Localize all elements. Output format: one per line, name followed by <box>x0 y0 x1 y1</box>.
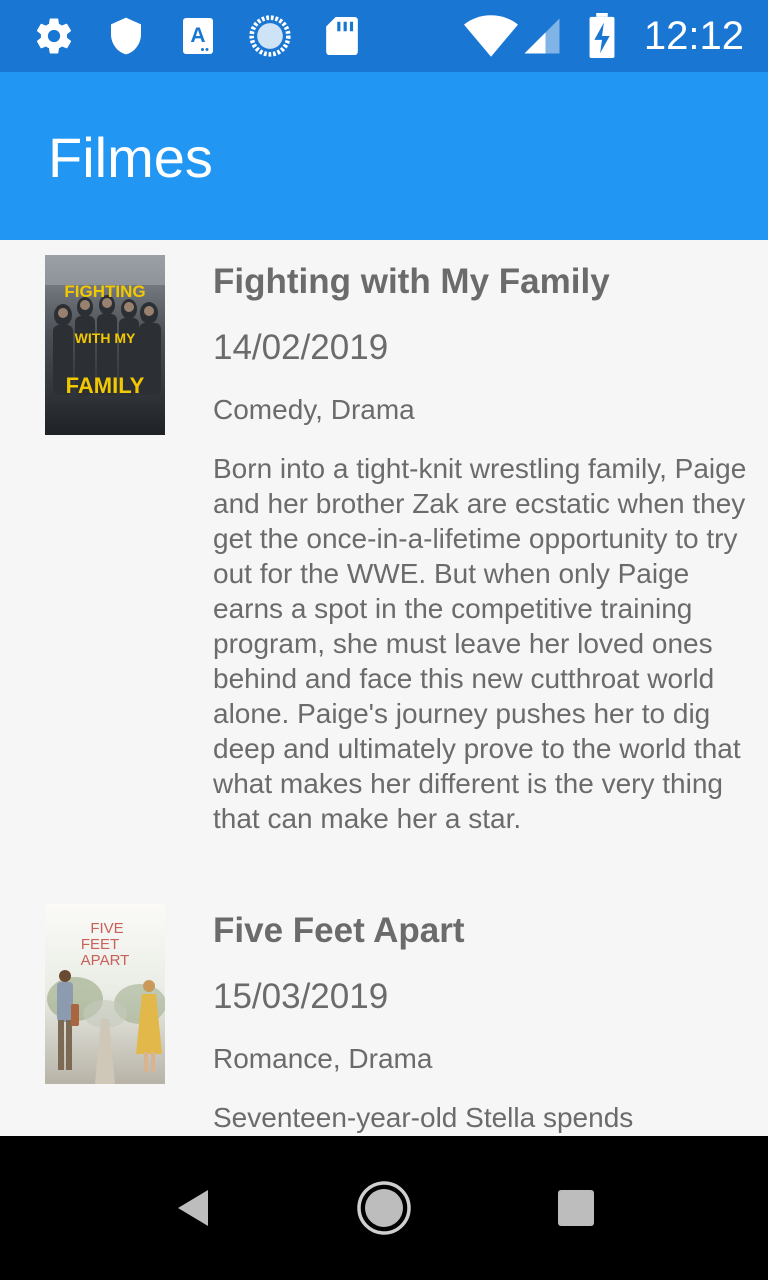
poster-title-line: FIVE <box>90 920 123 937</box>
wifi-icon <box>462 14 520 58</box>
recents-icon[interactable] <box>540 1172 612 1244</box>
battery-charging-icon <box>580 13 624 59</box>
poster-title-line: FEET <box>81 936 119 953</box>
movie-poster: FIGHTING WITH MY FAMILY <box>45 255 165 435</box>
shield-icon <box>104 14 148 58</box>
movie-poster: FIVE FEET APART <box>45 904 165 1084</box>
home-icon[interactable] <box>348 1172 420 1244</box>
navigation-bar <box>0 1136 768 1280</box>
movie-item[interactable]: FIGHTING WITH MY FAMILY Fighting with My… <box>0 240 768 890</box>
status-bar: A 12:12 <box>0 0 768 72</box>
movie-release-date: 15/03/2019 <box>213 977 389 1016</box>
svg-text:A: A <box>190 24 205 47</box>
status-clock: 12:12 <box>643 14 744 58</box>
poster-title-line: FAMILY <box>66 373 145 398</box>
gear-icon <box>32 14 76 58</box>
keyboard-a-icon: A <box>176 14 220 58</box>
poster-title-line: APART <box>81 952 130 969</box>
movie-genres: Romance, Drama <box>213 1043 433 1074</box>
movie-overview: Born into a tight-knit wrestling family,… <box>213 453 747 834</box>
movie-item[interactable]: FIVE FEET APART Five Feet Apart 15/03/20… <box>0 889 768 1136</box>
poster-title-line: FIGHTING <box>64 282 145 301</box>
signal-icon <box>520 14 564 58</box>
sd-card-icon <box>320 14 364 58</box>
app-bar: Filmes <box>0 72 768 240</box>
back-icon[interactable] <box>156 1172 228 1244</box>
movie-release-date: 14/02/2019 <box>213 328 389 367</box>
movie-title: Five Feet Apart <box>213 911 465 950</box>
page-title: Filmes <box>48 126 213 189</box>
sync-circle-icon <box>248 14 292 58</box>
movie-title: Fighting with My Family <box>213 262 610 301</box>
poster-title-line: WITH MY <box>75 330 136 346</box>
movie-genres: Comedy, Drama <box>213 394 415 425</box>
movie-list[interactable]: FIGHTING WITH MY FAMILY Fighting with My… <box>0 240 768 1136</box>
movie-overview: Seventeen-year-old Stella spends <box>213 1102 634 1133</box>
